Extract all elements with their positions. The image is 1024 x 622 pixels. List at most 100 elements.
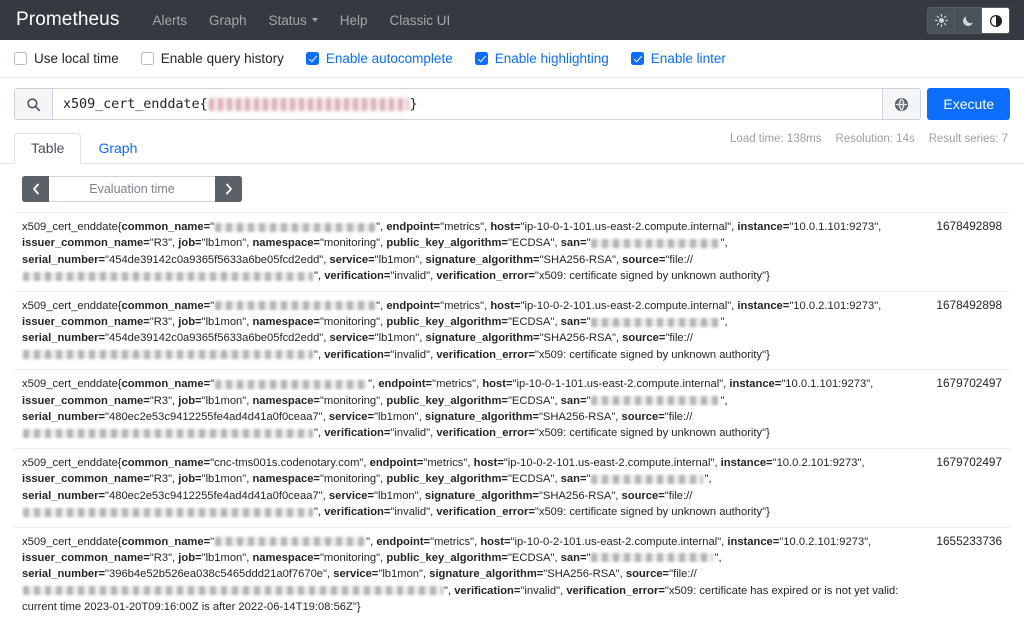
label-value-end: ", xyxy=(480,299,491,312)
label-value-end: ", xyxy=(720,237,728,250)
label-name: namespace= xyxy=(252,237,320,250)
label-value-end: ", xyxy=(720,394,728,407)
label-value: "metrics xyxy=(423,456,464,469)
label-name: host= xyxy=(490,299,521,312)
label-name: job= xyxy=(178,237,202,250)
nav-link-status[interactable]: Status xyxy=(258,13,329,28)
label-value: "lb1mon xyxy=(374,332,416,345)
label-name: job= xyxy=(178,394,202,407)
label-name: verification= xyxy=(324,270,391,283)
query-redacted-labels xyxy=(208,97,409,111)
label-value: "metrics xyxy=(432,378,473,391)
label-value-end: ", xyxy=(866,378,874,391)
label-value: "ip-10-0-1-101.us-east-2.compute.interna… xyxy=(512,378,720,391)
label-value-end: ", xyxy=(168,473,179,486)
label-name: endpoint= xyxy=(386,221,441,233)
checkbox-enable-highlighting-label: Enable highlighting xyxy=(494,51,609,66)
label-value-end: ", xyxy=(242,237,253,250)
label-value: "monitoring xyxy=(319,237,377,250)
query-metric-text: x509_cert_enddate{ xyxy=(63,96,208,112)
metric-name: x509_cert_enddate{ xyxy=(22,456,122,469)
redacted-value xyxy=(23,350,313,360)
nav-link-help-label: Help xyxy=(339,12,368,28)
result-value-cell: 1678492898 xyxy=(936,219,1002,233)
label-value-end: ", xyxy=(426,270,437,283)
checkbox-enable-highlighting-box[interactable] xyxy=(474,52,488,65)
label-value-end: ", xyxy=(415,253,426,266)
checkbox-enable-linter-box[interactable] xyxy=(630,52,644,65)
globe-icon[interactable] xyxy=(882,89,921,119)
label-value: "file:// xyxy=(665,253,693,266)
checkbox-enable-query-history-box[interactable] xyxy=(140,52,154,65)
label-value: "monitoring xyxy=(319,551,377,564)
redacted-value xyxy=(23,271,313,281)
label-value-end: ", xyxy=(426,348,437,361)
nav-link-graph[interactable]: Graph xyxy=(198,13,258,28)
label-name: verification_error= xyxy=(566,584,665,597)
tab-table[interactable]: Table xyxy=(14,133,82,164)
label-value-end: ", xyxy=(550,237,561,250)
checkbox-enable-highlighting[interactable]: Enable highlighting xyxy=(474,51,609,66)
checkbox-use-local-time-box[interactable] xyxy=(14,52,27,65)
label-value: "R3 xyxy=(149,551,169,564)
query-expression-input[interactable]: x509_cert_enddate{} xyxy=(53,89,882,119)
label-value: "ip-10-0-1-101.us-east-2.compute.interna… xyxy=(520,221,728,233)
checkbox-enable-linter[interactable]: Enable linter xyxy=(630,51,726,66)
label-value: "invalid xyxy=(390,348,427,361)
checkbox-enable-autocomplete[interactable]: Enable autocomplete xyxy=(305,51,453,66)
label-value-end: ", xyxy=(314,270,325,283)
label-value-end: ", xyxy=(314,427,325,440)
label-value: "R3 xyxy=(149,473,169,486)
label-value-end: "} xyxy=(762,506,770,519)
theme-light-button[interactable] xyxy=(928,8,955,33)
redacted-value xyxy=(591,317,720,327)
label-value: "file:// xyxy=(664,411,693,424)
label-name: issuer_common_name= xyxy=(22,473,150,486)
nav-link-classic-ui[interactable]: Classic UI xyxy=(379,13,462,28)
label-value: "10.0.2.101:9273 xyxy=(789,299,875,312)
label-value: "SHA256-RSA xyxy=(538,489,612,502)
theme-dark-button[interactable] xyxy=(955,8,982,33)
label-name: san= xyxy=(560,394,587,407)
theme-toggle-group[interactable] xyxy=(927,7,1010,34)
label-value: "ip-10-0-2-101.us-east-2.compute.interna… xyxy=(510,535,718,548)
label-value-end: ", xyxy=(550,551,561,564)
label-value-end: ", xyxy=(414,489,425,502)
label-value-end: ", xyxy=(168,237,179,250)
label-value-end: ", xyxy=(376,394,387,407)
nav-link-alerts[interactable]: Alerts xyxy=(141,13,198,28)
redacted-value xyxy=(591,238,720,248)
label-value-end: ", xyxy=(359,456,370,469)
execute-button[interactable]: Execute xyxy=(927,88,1010,120)
evaluation-time-input[interactable]: Evaluation time xyxy=(49,176,215,202)
eval-time-prev-button[interactable] xyxy=(22,176,49,202)
label-name: namespace= xyxy=(252,551,320,564)
redacted-value xyxy=(215,537,366,547)
evaluation-time-group[interactable]: Evaluation time xyxy=(22,176,242,202)
navbar: Prometheus Alerts Graph Status Help Classic … xyxy=(0,0,1024,40)
checkbox-enable-autocomplete-box[interactable] xyxy=(305,52,319,65)
tab-graph[interactable]: Graph xyxy=(81,133,154,164)
label-value: "invalid xyxy=(390,270,427,283)
label-value: " xyxy=(586,473,591,486)
label-name: host= xyxy=(473,456,504,469)
results-table: x509_cert_enddate{ common_name= " ", endpoi… xyxy=(14,212,1010,622)
checkbox-use-local-time[interactable]: Use local time xyxy=(14,51,119,66)
label-value: "454de39142c0a9365f5633a6be05fcd2edd xyxy=(105,332,320,345)
label-name: host= xyxy=(482,378,513,391)
metric-name: x509_cert_enddate{ xyxy=(22,378,122,391)
label-name: source= xyxy=(621,489,665,502)
query-input-group[interactable]: x509_cert_enddate{} xyxy=(14,88,922,120)
nav-link-help[interactable]: Help xyxy=(329,13,379,28)
label-name: common_name= xyxy=(121,299,211,312)
eval-time-next-button[interactable] xyxy=(215,176,242,202)
checkbox-enable-query-history[interactable]: Enable query history xyxy=(140,51,284,66)
table-row: x509_cert_enddate{common_name=" ", endpoi… xyxy=(14,370,1010,449)
theme-auto-button[interactable] xyxy=(982,8,1009,33)
label-value-end: ", xyxy=(168,316,179,329)
label-value-end: ", xyxy=(242,473,253,486)
label-value-end: ", xyxy=(857,456,865,469)
query-stats: Load time: 138ms Resolution: 14s Result … xyxy=(730,133,1008,145)
label-name: namespace= xyxy=(252,316,320,329)
label-value: "lb1mon xyxy=(378,568,420,581)
